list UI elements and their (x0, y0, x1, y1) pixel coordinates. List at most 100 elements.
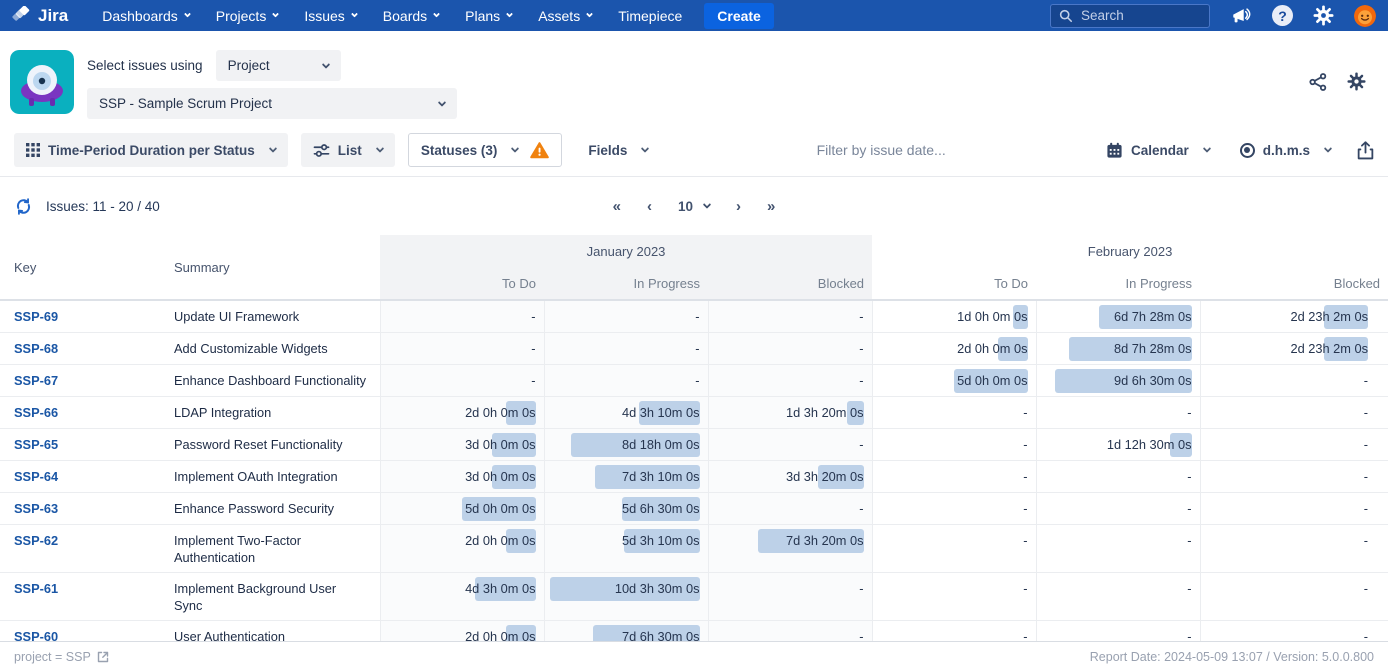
nav-item-issues[interactable]: Issues (304, 8, 356, 24)
table-row: SSP-65Password Reset Functionality3d 0h … (0, 429, 1388, 461)
export-icon[interactable] (1357, 141, 1374, 160)
empty-duration: - (1364, 533, 1368, 548)
issue-key-link[interactable]: SSP-62 (14, 533, 58, 548)
nav-right: Search ? (1050, 4, 1376, 28)
calendar-icon (1106, 142, 1123, 159)
month-group-header: January 2023 (380, 235, 872, 268)
duration-value: 8d 18h 0m 0s (622, 437, 700, 452)
issues-count-label: Issues: 11 - 20 / 40 (46, 199, 160, 214)
report-toolbar: Time-Period Duration per Status List Sta… (0, 133, 1388, 167)
page-size-select[interactable]: 10 (678, 199, 710, 214)
refresh-icon[interactable] (14, 197, 33, 216)
nav-item-boards[interactable]: Boards (383, 8, 439, 24)
duration-value: 1d 0h 0m 0s (957, 309, 1027, 324)
duration-cell: 3d 0h 0m 0s (380, 461, 544, 493)
issue-key-link[interactable]: SSP-66 (14, 405, 58, 420)
jira-logo[interactable]: Jira (12, 6, 68, 26)
issue-key-link[interactable]: SSP-61 (14, 581, 58, 596)
duration-cell: 2d 0h 0m 0s (380, 397, 544, 429)
duration-cell: 1d 12h 30m 0s (1036, 429, 1200, 461)
list-view-icon (313, 143, 330, 158)
duration-cell: - (872, 573, 1036, 621)
nav-item-projects[interactable]: Projects (216, 8, 279, 24)
select-issues-label: Select issues using (87, 58, 203, 73)
nav-item-plans[interactable]: Plans (465, 8, 512, 24)
empty-duration: - (1187, 501, 1191, 516)
report-header: Select issues using Project SSP - Sample… (0, 31, 1388, 119)
duration-cell: - (708, 493, 872, 525)
duration-cell: - (872, 397, 1036, 429)
duration-cell: - (708, 573, 872, 621)
empty-duration: - (695, 373, 699, 388)
search-input[interactable]: Search (1050, 4, 1210, 28)
nav-item-timepiece[interactable]: Timepiece (618, 8, 682, 24)
key-cell: SSP-61 (0, 573, 174, 621)
jql-link[interactable]: project = SSP (14, 650, 109, 664)
prev-page-button[interactable]: ‹ (647, 198, 652, 215)
toolbar-divider (0, 176, 1388, 177)
create-button[interactable]: Create (704, 3, 774, 29)
help-icon[interactable]: ? (1272, 5, 1293, 26)
next-page-button[interactable]: › (736, 198, 741, 215)
duration-cell: - (1036, 493, 1200, 525)
table-row: SSP-69Update UI Framework---1d 0h 0m 0s6… (0, 300, 1388, 333)
report-header-actions (1309, 72, 1366, 91)
last-page-button[interactable]: » (767, 198, 775, 215)
issue-selectors: Select issues using Project SSP - Sample… (87, 50, 1309, 119)
table-row: SSP-61 Implement Background User Sync 4d 3… (0, 573, 1388, 621)
share-icon[interactable] (1309, 73, 1327, 91)
summary-cell: Add Customizable Widgets (174, 333, 380, 365)
issue-key-link[interactable]: SSP-68 (14, 341, 58, 356)
duration-value: 1d 12h 30m 0s (1107, 437, 1192, 452)
view-select[interactable]: List (301, 133, 395, 167)
empty-duration: - (859, 373, 863, 388)
units-select[interactable]: d.h.m.s (1236, 133, 1335, 167)
key-cell: SSP-62 (0, 525, 174, 573)
duration-cell: 9d 6h 30m 0s (1036, 365, 1200, 397)
key-cell: SSP-69 (0, 300, 174, 333)
issue-key-link[interactable]: SSP-67 (14, 373, 58, 388)
duration-cell: - (1036, 525, 1200, 573)
issue-key-link[interactable]: SSP-69 (14, 309, 58, 324)
nav-item-assets[interactable]: Assets (538, 8, 592, 24)
statuses-select[interactable]: Statuses (3) (408, 133, 563, 167)
toolbar-right: Calendar d.h.m.s (1102, 133, 1374, 167)
settings-icon[interactable] (1313, 5, 1334, 26)
announcements-icon[interactable] (1230, 6, 1252, 26)
issue-source-select[interactable]: Project (216, 50, 341, 81)
app-window: Jira Dashboards Projects Issues Boards Plans… (0, 0, 1388, 672)
duration-cell: 7d 3h 10m 0s (544, 461, 708, 493)
report-date-label: Report Date: 2024-05-09 13:07 / Version:… (1090, 650, 1374, 664)
filter-by-date-input[interactable]: Filter by issue date... (660, 142, 1102, 158)
empty-duration: - (695, 309, 699, 324)
user-avatar[interactable] (1354, 5, 1376, 27)
duration-value: 4d 3h 0m 0s (465, 581, 535, 596)
duration-cell: 5d 6h 30m 0s (544, 493, 708, 525)
fields-select[interactable]: Fields (576, 133, 660, 167)
report-settings-icon[interactable] (1347, 72, 1366, 91)
summary-cell: Implement Background User Sync (174, 573, 380, 621)
duration-cell: 8d 7h 28m 0s (1036, 333, 1200, 365)
empty-duration: - (1364, 405, 1368, 420)
duration-cell: 7d 3h 20m 0s (708, 525, 872, 573)
summary-cell: Enhance Dashboard Functionality (174, 365, 380, 397)
empty-duration: - (1023, 405, 1027, 420)
duration-cell: - (1036, 573, 1200, 621)
calendar-select[interactable]: Calendar (1102, 133, 1214, 167)
duration-value: 3d 3h 20m 0s (786, 469, 864, 484)
timepiece-app-icon (10, 50, 74, 114)
duration-cell: 3d 3h 20m 0s (708, 461, 872, 493)
duration-cell: - (1036, 397, 1200, 429)
project-select[interactable]: SSP - Sample Scrum Project (87, 88, 457, 119)
duration-value: 2d 0h 0m 0s (465, 533, 535, 548)
nav-item-dashboards[interactable]: Dashboards (102, 8, 190, 24)
duration-value: 10d 3h 30m 0s (615, 581, 700, 596)
issue-key-link[interactable]: SSP-63 (14, 501, 58, 516)
issue-key-link[interactable]: SSP-65 (14, 437, 58, 452)
issue-key-link[interactable]: SSP-64 (14, 469, 58, 484)
first-page-button[interactable]: « (613, 198, 621, 215)
duration-cell: 4d 3h 10m 0s (544, 397, 708, 429)
report-type-select[interactable]: Time-Period Duration per Status (14, 133, 288, 167)
report-footer: project = SSP Report Date: 2024-05-09 13… (0, 641, 1388, 672)
duration-value: 8d 7h 28m 0s (1114, 341, 1192, 356)
